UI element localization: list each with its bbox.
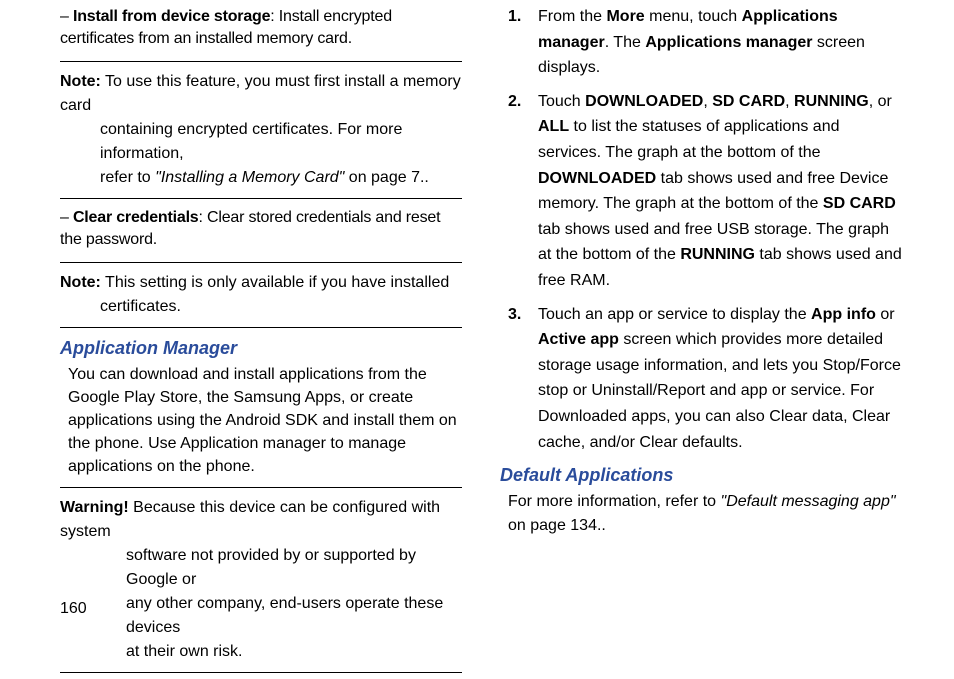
item-lead: Clear credentials bbox=[73, 209, 199, 226]
para-text: For more information, refer to bbox=[508, 493, 721, 510]
note-text: refer to bbox=[100, 169, 155, 186]
page-number: 160 bbox=[60, 600, 87, 618]
divider bbox=[60, 487, 462, 488]
step-1: From the More menu, touch Applications m… bbox=[500, 4, 902, 81]
ui-ref: RUNNING bbox=[794, 93, 869, 110]
divider bbox=[60, 262, 462, 263]
two-column-layout: – Install from device storage: Install e… bbox=[60, 4, 902, 679]
divider bbox=[60, 672, 462, 673]
step-text: screen which provides more detailed stor… bbox=[538, 331, 901, 450]
warning-text: software not provided by or supported by… bbox=[126, 544, 462, 592]
note-text: on page 7.. bbox=[344, 169, 429, 186]
note-label: Note: bbox=[60, 73, 101, 90]
step-text: Touch an app or service to display the bbox=[538, 306, 811, 323]
ui-ref: ALL bbox=[538, 118, 569, 135]
ui-ref: SD CARD bbox=[712, 93, 785, 110]
step-3: Touch an app or service to display the A… bbox=[500, 302, 902, 456]
list-item-clear-credentials: – Clear credentials: Clear stored creden… bbox=[60, 207, 462, 252]
step-text: Touch bbox=[538, 93, 585, 110]
step-text: . The bbox=[605, 34, 646, 51]
step-2: Touch DOWNLOADED, SD CARD, RUNNING, or A… bbox=[500, 89, 902, 294]
list-item-install-from-storage: – Install from device storage: Install e… bbox=[60, 6, 462, 51]
heading-default-applications: Default Applications bbox=[500, 465, 902, 486]
divider bbox=[60, 327, 462, 328]
steps-list: From the More menu, touch Applications m… bbox=[500, 4, 902, 455]
note-text: refer to "Installing a Memory Card" on p… bbox=[100, 166, 462, 190]
note-install-memory-card: Note: To use this feature, you must firs… bbox=[60, 70, 462, 190]
step-text: From the bbox=[538, 8, 606, 25]
ui-ref: DOWNLOADED bbox=[585, 93, 703, 110]
note-text: containing encrypted certificates. For m… bbox=[100, 118, 462, 166]
step-text: , bbox=[785, 93, 794, 110]
note-text: certificates. bbox=[100, 295, 462, 319]
ui-ref: RUNNING bbox=[680, 246, 755, 263]
note-text: To use this feature, you must first inst… bbox=[60, 73, 461, 114]
left-column: – Install from device storage: Install e… bbox=[60, 4, 462, 679]
para-text: on page 134.. bbox=[508, 517, 606, 534]
divider bbox=[60, 198, 462, 199]
step-text: menu, touch bbox=[645, 8, 742, 25]
warning-text: at their own risk. bbox=[126, 640, 462, 664]
ui-ref: SD CARD bbox=[823, 195, 896, 212]
step-text: or bbox=[876, 306, 895, 323]
cross-ref: "Installing a Memory Card" bbox=[155, 169, 344, 186]
manual-page: – Install from device storage: Install e… bbox=[0, 0, 954, 636]
warning-block: Warning! Because this device can be conf… bbox=[60, 496, 462, 664]
note-text: This setting is only available if you ha… bbox=[101, 274, 449, 291]
ui-ref: Active app bbox=[538, 331, 619, 348]
divider bbox=[60, 61, 462, 62]
step-text: , or bbox=[869, 93, 892, 110]
item-lead: Install from device storage bbox=[73, 8, 270, 25]
paragraph-default-applications: For more information, refer to "Default … bbox=[508, 490, 902, 538]
warning-text: any other company, end-users operate the… bbox=[126, 592, 462, 640]
warning-label: Warning! bbox=[60, 499, 129, 516]
heading-application-manager: Application Manager bbox=[60, 338, 462, 359]
ui-ref: More bbox=[606, 8, 644, 25]
ui-ref: DOWNLOADED bbox=[538, 170, 656, 187]
cross-ref: "Default messaging app" bbox=[721, 493, 896, 510]
note-certificates-required: Note: This setting is only available if … bbox=[60, 271, 462, 319]
note-label: Note: bbox=[60, 274, 101, 291]
right-column: From the More menu, touch Applications m… bbox=[500, 4, 902, 679]
step-text: to list the statuses of applications and… bbox=[538, 118, 840, 161]
ui-ref: App info bbox=[811, 306, 876, 323]
paragraph-application-manager: You can download and install application… bbox=[68, 363, 462, 479]
ui-ref: Applications manager bbox=[645, 34, 812, 51]
step-text: , bbox=[703, 93, 712, 110]
